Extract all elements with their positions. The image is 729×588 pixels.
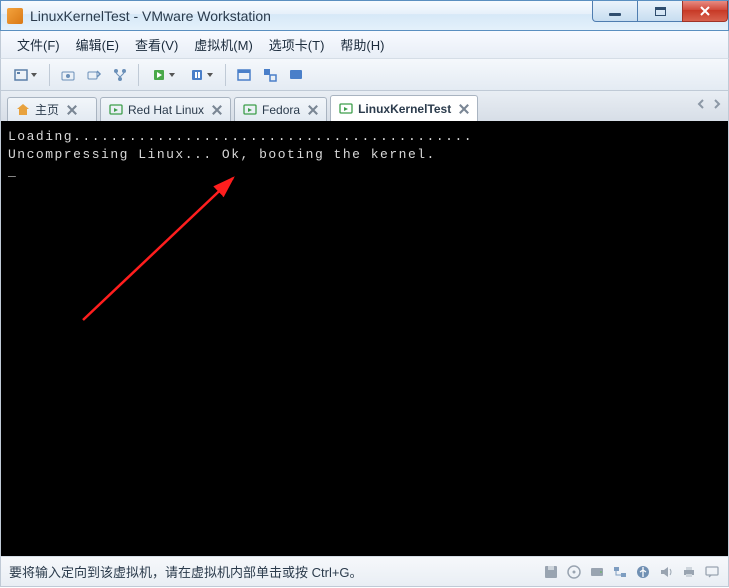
menu-edit[interactable]: 编辑(E) <box>68 32 127 57</box>
snapshot-button[interactable] <box>56 63 80 87</box>
floppy-icon[interactable] <box>543 564 559 580</box>
close-icon <box>699 5 711 17</box>
tab-close-button[interactable] <box>65 103 79 117</box>
minimize-button[interactable] <box>592 1 638 22</box>
console-output: Loading.................................… <box>8 128 721 549</box>
tab-label: 主页 <box>35 101 59 118</box>
tab-linuxkerneltest[interactable]: LinuxKernelTest <box>330 95 478 121</box>
usb-icon[interactable] <box>635 564 651 580</box>
title-bar: LinuxKernelTest - VMware Workstation <box>0 0 729 31</box>
fullscreen-icon <box>236 67 252 83</box>
snapshot-revert-icon <box>86 67 102 83</box>
menu-view[interactable]: 查看(V) <box>127 32 186 57</box>
vm-icon <box>339 102 353 116</box>
tab-close-button[interactable] <box>457 102 471 116</box>
console-view-button[interactable] <box>284 63 308 87</box>
tab-next-button[interactable] <box>712 97 722 111</box>
tab-fedora[interactable]: Fedora <box>234 97 327 121</box>
library-button[interactable] <box>7 63 43 87</box>
annotation-arrow <box>78 170 248 330</box>
menu-bar: 文件(F) 编辑(E) 查看(V) 虚拟机(M) 选项卡(T) 帮助(H) <box>0 31 729 58</box>
library-icon <box>13 67 29 83</box>
menu-help[interactable]: 帮助(H) <box>332 32 392 57</box>
tab-prev-button[interactable] <box>696 97 706 111</box>
tab-label: Red Hat Linux <box>128 103 204 117</box>
tab-nav <box>696 97 722 111</box>
tab-home[interactable]: 主页 <box>7 97 97 121</box>
maximize-button[interactable] <box>637 1 683 22</box>
unity-icon <box>262 67 278 83</box>
cdrom-icon[interactable] <box>566 564 582 580</box>
network-icon[interactable] <box>612 564 628 580</box>
tab-close-button[interactable] <box>210 103 224 117</box>
status-text: 要将输入定向到该虚拟机，请在虚拟机内部单击或按 Ctrl+G。 <box>9 562 363 581</box>
close-icon <box>210 103 224 117</box>
status-icons <box>543 564 720 580</box>
tab-bar: 主页 Red Hat Linux Fedora LinuxKernelTest <box>0 91 729 121</box>
console-area[interactable]: Loading.................................… <box>0 121 729 556</box>
close-icon <box>457 102 471 116</box>
menu-vm[interactable]: 虚拟机(M) <box>186 32 261 57</box>
window-title: LinuxKernelTest - VMware Workstation <box>30 8 271 24</box>
close-button[interactable] <box>682 1 728 22</box>
menu-tabs[interactable]: 选项卡(T) <box>261 32 333 57</box>
suspend-button[interactable] <box>183 63 219 87</box>
snapshot-icon <box>60 67 76 83</box>
console-view-icon <box>288 67 304 83</box>
unity-button[interactable] <box>258 63 282 87</box>
snapshot-manage-icon <box>112 67 128 83</box>
tab-close-button[interactable] <box>306 103 320 117</box>
tab-red-hat-linux[interactable]: Red Hat Linux <box>100 97 231 121</box>
power-button[interactable] <box>145 63 181 87</box>
power-icon <box>151 67 167 83</box>
close-icon <box>306 103 320 117</box>
app-icon <box>7 8 23 24</box>
home-icon <box>16 103 30 117</box>
close-icon <box>65 103 79 117</box>
fullscreen-button[interactable] <box>232 63 256 87</box>
message-icon[interactable] <box>704 564 720 580</box>
snapshot-revert-button[interactable] <box>82 63 106 87</box>
menu-file[interactable]: 文件(F) <box>9 32 68 57</box>
vm-icon <box>243 103 257 117</box>
vm-icon <box>109 103 123 117</box>
printer-icon[interactable] <box>681 564 697 580</box>
sound-icon[interactable] <box>658 564 674 580</box>
toolbar <box>0 58 729 91</box>
status-bar: 要将输入定向到该虚拟机，请在虚拟机内部单击或按 Ctrl+G。 <box>0 556 729 587</box>
snapshot-manage-button[interactable] <box>108 63 132 87</box>
tab-label: Fedora <box>262 103 300 117</box>
suspend-icon <box>189 67 205 83</box>
hdd-icon[interactable] <box>589 564 605 580</box>
tab-label: LinuxKernelTest <box>358 102 451 116</box>
window-controls <box>593 1 728 22</box>
